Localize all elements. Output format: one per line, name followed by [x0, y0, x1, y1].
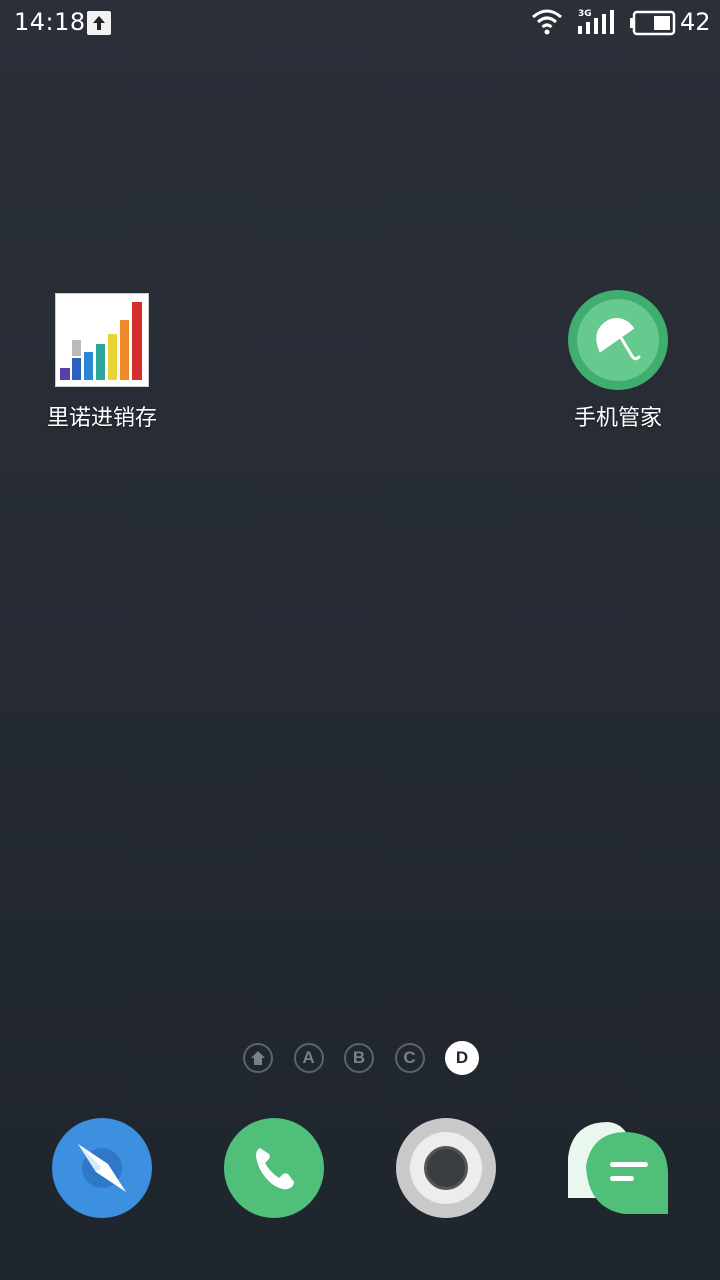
page-dot-d[interactable]: D — [445, 1041, 479, 1075]
message-icon — [568, 1122, 668, 1214]
wifi-icon — [532, 9, 562, 35]
battery-level: 42 — [680, 8, 711, 36]
dock-camera[interactable] — [396, 1118, 496, 1218]
umbrella-icon — [568, 290, 668, 390]
dock-phone[interactable] — [224, 1118, 324, 1218]
status-bar: 14:18 3G 42 — [0, 0, 720, 46]
upload-notification-icon — [87, 11, 111, 35]
compass-icon — [52, 1118, 152, 1218]
battery-icon — [630, 10, 676, 36]
app-label: 里诺进销存 — [46, 406, 157, 431]
app-lino-inventory[interactable]: 里诺进销存 — [22, 290, 182, 432]
page-dot-c[interactable]: C — [394, 1043, 425, 1073]
page-dot-a[interactable]: A — [293, 1043, 324, 1073]
dock-browser[interactable] — [52, 1118, 152, 1218]
signal-icon — [578, 10, 614, 34]
clock: 14:18 — [14, 8, 86, 36]
camera-icon — [396, 1118, 496, 1218]
page-dot-home[interactable] — [243, 1043, 273, 1073]
app-label: 手机管家 — [573, 406, 662, 431]
home-icon — [251, 1051, 265, 1065]
phone-icon — [224, 1118, 324, 1218]
app-phone-manager[interactable]: 手机管家 — [538, 290, 698, 432]
page-indicators: A B C D — [243, 1041, 479, 1077]
dock-messages[interactable] — [568, 1118, 668, 1218]
page-dot-b[interactable]: B — [344, 1043, 374, 1073]
bar-chart-app-icon — [55, 293, 149, 387]
